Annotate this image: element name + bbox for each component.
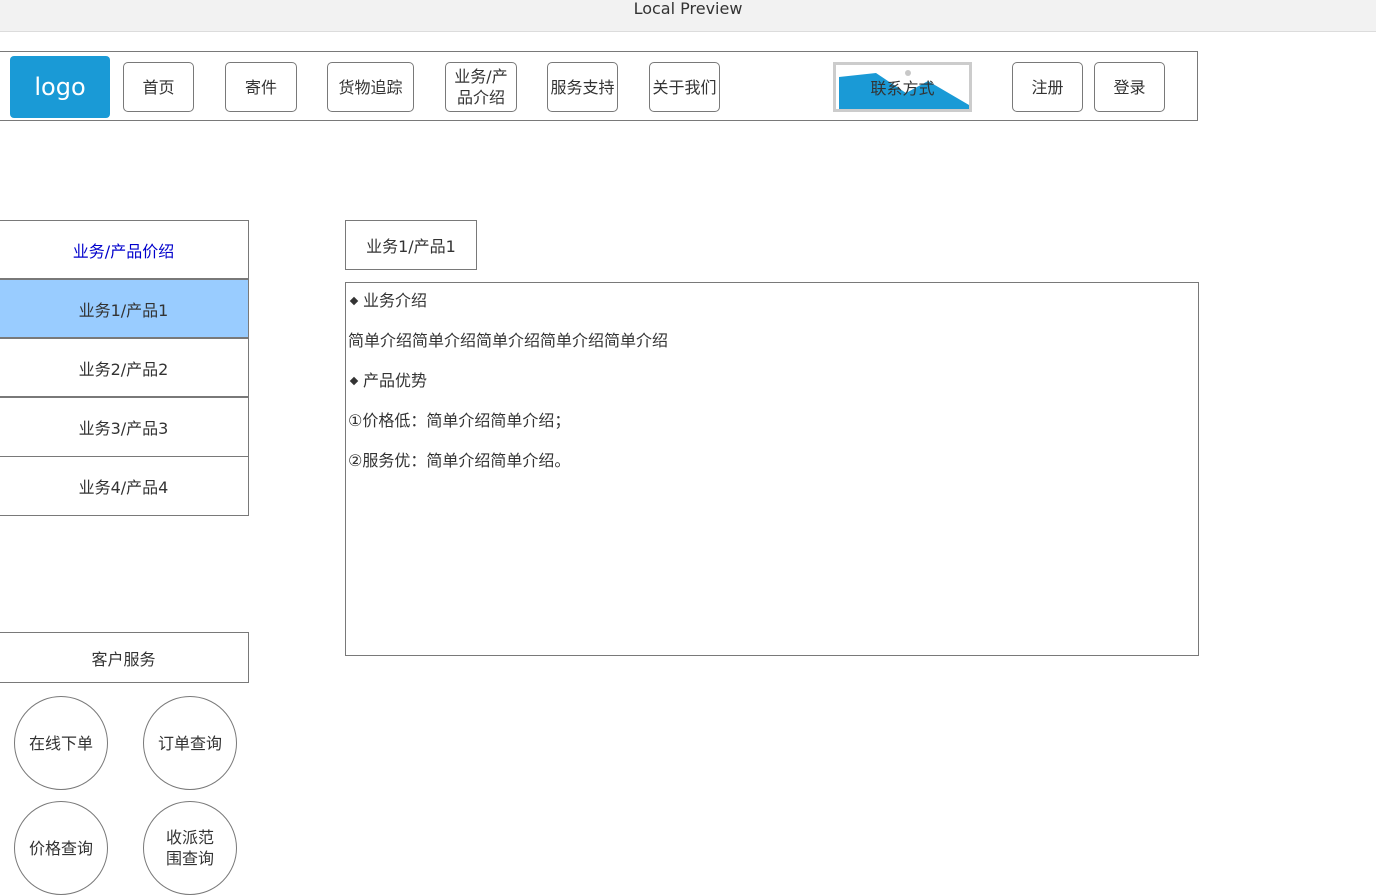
- nav-about-label: 关于我们: [652, 77, 717, 97]
- customer-service-header: 客户服务: [0, 632, 249, 683]
- sidebar-item-label: 业务3/产品3: [78, 419, 169, 438]
- sidebar-item-product4[interactable]: 业务4/产品4: [0, 456, 249, 516]
- delivery-range-label-line2: 围查询: [165, 849, 214, 868]
- nav-send-button[interactable]: 寄件: [225, 62, 297, 112]
- content-panel: 业务介绍 简单介绍简单介绍简单介绍简单介绍简单介绍 产品优势 ①价格低：简单介绍…: [345, 282, 1199, 656]
- sidebar-item-label: 业务4/产品4: [78, 478, 169, 497]
- diamond-bullet-icon: [349, 376, 359, 385]
- section-heading-advantages: 产品优势: [348, 367, 427, 391]
- price-query-button[interactable]: 价格查询: [14, 801, 108, 895]
- online-order-label: 在线下单: [28, 733, 93, 753]
- customer-service-title: 客户服务: [91, 649, 156, 669]
- nav-business-label-line2: 品介绍: [456, 88, 505, 107]
- section-heading-advantages-text: 产品优势: [363, 371, 428, 390]
- logo[interactable]: logo: [10, 56, 110, 118]
- advantage-point-2: ②服务优：简单介绍简单介绍。: [348, 451, 571, 470]
- sidebar-title-label: 业务/产品价绍: [72, 241, 175, 261]
- price-query-label: 价格查询: [28, 838, 93, 858]
- contact-button[interactable]: 联系方式: [833, 62, 972, 112]
- nav-business-label-line1: 业务/产: [454, 67, 508, 86]
- delivery-range-query-button[interactable]: 收派范 围查询: [143, 801, 237, 895]
- sidebar-item-label: 业务2/产品2: [78, 359, 169, 379]
- window-title: Local Preview: [633, 0, 743, 18]
- login-button[interactable]: 登录: [1094, 62, 1165, 112]
- contact-label: 联系方式: [870, 79, 935, 98]
- section-heading-intro-text: 业务介绍: [363, 291, 428, 310]
- sidebar-item-label: 业务1/产品1: [78, 300, 169, 320]
- login-label: 登录: [1113, 77, 1146, 97]
- nav-support-label: 服务支持: [550, 77, 615, 97]
- content-tab-label: 业务1/产品1: [366, 237, 456, 256]
- nav-home-label: 首页: [142, 77, 175, 97]
- nav-business-button[interactable]: 业务/产 品介绍: [445, 62, 517, 112]
- nav-about-button[interactable]: 关于我们: [649, 62, 720, 112]
- intro-text: 简单介绍简单介绍简单介绍简单介绍简单介绍: [348, 331, 669, 350]
- diamond-bullet-icon: [349, 296, 359, 305]
- sidebar-item-product1[interactable]: 业务1/产品1: [0, 279, 249, 338]
- nav-send-label: 寄件: [244, 77, 277, 97]
- sidebar-title: 业务/产品价绍: [0, 220, 249, 279]
- sidebar-item-product3[interactable]: 业务3/产品3: [0, 397, 249, 457]
- nav-tracking-label: 货物追踪: [338, 77, 403, 97]
- order-query-button[interactable]: 订单查询: [143, 696, 237, 790]
- advantage-point-1: ①价格低：简单介绍简单介绍；: [348, 411, 571, 430]
- register-button[interactable]: 注册: [1012, 62, 1083, 112]
- delivery-range-label-line1: 收派范: [165, 828, 214, 847]
- register-label: 注册: [1031, 77, 1064, 97]
- content-tab-product1[interactable]: 业务1/产品1: [345, 220, 477, 270]
- online-order-button[interactable]: 在线下单: [14, 696, 108, 790]
- order-query-label: 订单查询: [157, 733, 222, 753]
- nav-tracking-button[interactable]: 货物追踪: [327, 62, 414, 112]
- sidebar-item-product2[interactable]: 业务2/产品2: [0, 338, 249, 397]
- window-titlebar: Local Preview: [0, 0, 1376, 32]
- nav-home-button[interactable]: 首页: [123, 62, 194, 112]
- nav-support-button[interactable]: 服务支持: [547, 62, 618, 112]
- section-heading-intro: 业务介绍: [348, 287, 427, 311]
